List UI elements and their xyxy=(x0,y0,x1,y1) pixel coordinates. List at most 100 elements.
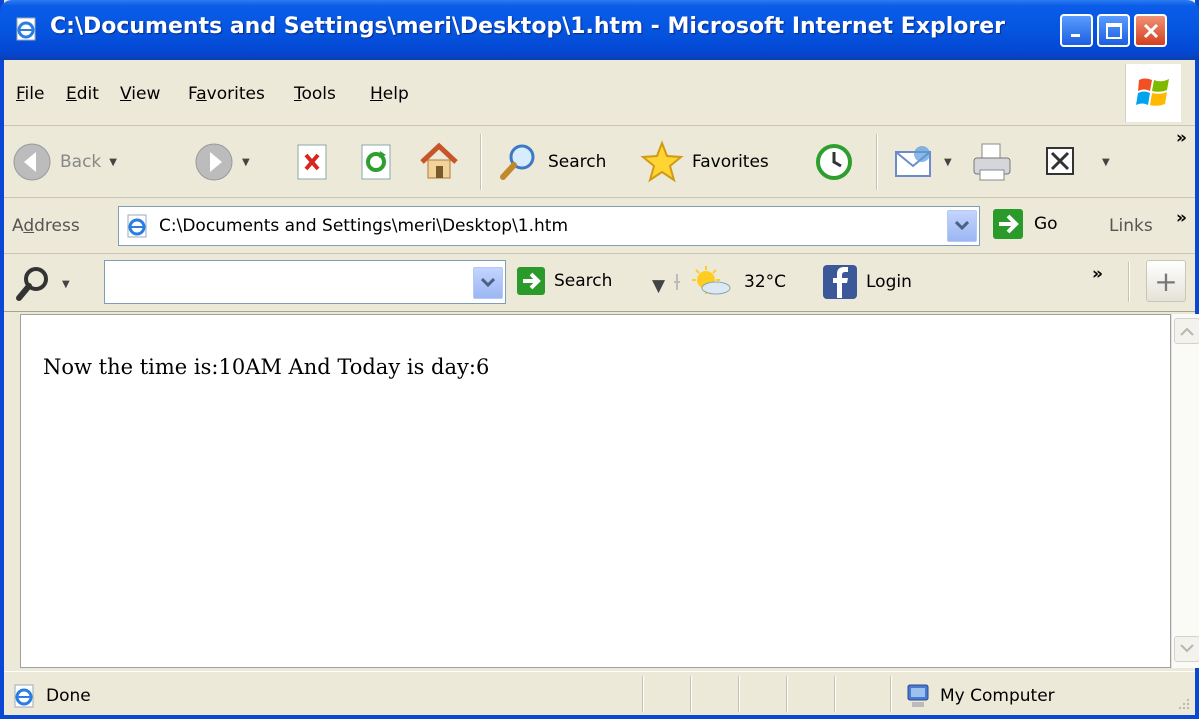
edit-button[interactable]: ▼ xyxy=(1044,136,1110,188)
chevron-down-icon xyxy=(481,278,495,288)
toolbar-separator xyxy=(876,134,878,190)
window-title: C:\Documents and Settings\meri\Desktop\1… xyxy=(50,14,1005,39)
status-pane-divider xyxy=(738,676,740,712)
go-arrow-icon xyxy=(993,209,1023,239)
chevron-up-icon xyxy=(1180,327,1194,336)
facebook-icon xyxy=(823,265,857,299)
forward-arrow-icon xyxy=(195,143,233,181)
search-magnifier-icon xyxy=(16,267,48,301)
history-button[interactable] xyxy=(814,136,854,188)
windows-logo-icon xyxy=(1135,78,1169,106)
minimize-icon xyxy=(1070,33,1080,37)
forward-dropdown-icon[interactable]: ▼ xyxy=(242,157,250,168)
address-bar: Address C:\Documents and Settings\meri\D… xyxy=(4,198,1195,254)
back-label: Back xyxy=(60,152,102,172)
go-label: Go xyxy=(1034,214,1058,234)
stop-button[interactable] xyxy=(296,136,330,188)
refresh-icon xyxy=(361,144,391,180)
toolbar-separator xyxy=(1128,262,1130,302)
weather-icon xyxy=(674,266,731,295)
go-button[interactable]: Go xyxy=(992,208,1058,240)
status-bar: Done My Computer xyxy=(4,671,1195,715)
page-text: Now the time is:10AM And Today is day:6 xyxy=(43,355,490,379)
menu-favorites[interactable]: Favorites xyxy=(188,84,265,104)
menu-tools[interactable]: Tools xyxy=(294,84,336,104)
favorites-button[interactable]: Favorites xyxy=(640,136,769,188)
home-button[interactable] xyxy=(418,136,460,188)
stop-icon xyxy=(297,144,327,180)
plus-icon: + xyxy=(1154,264,1178,298)
mail-dropdown-icon[interactable]: ▼ xyxy=(944,157,952,168)
search-magnifier-icon xyxy=(500,144,535,180)
close-button[interactable] xyxy=(1134,14,1167,47)
back-button[interactable]: Back ▼ xyxy=(12,136,117,188)
facebook-login-button[interactable]: Login xyxy=(822,264,912,300)
toolbar-overflow-chevron[interactable]: » xyxy=(1176,128,1187,148)
links-overflow-chevron[interactable]: » xyxy=(1176,208,1187,228)
status-text: Done xyxy=(46,686,91,706)
status-pane-divider xyxy=(690,676,692,712)
menu-view[interactable]: View xyxy=(120,84,160,104)
weather-button[interactable]: 32°C xyxy=(672,264,786,300)
ie-page-icon xyxy=(16,17,36,41)
weather-temperature: 32°C xyxy=(744,272,787,292)
computer-icon xyxy=(907,684,929,707)
history-icon xyxy=(816,144,852,180)
scroll-up-button[interactable] xyxy=(1174,318,1199,344)
print-icon xyxy=(973,143,1011,181)
menu-help[interactable]: Help xyxy=(370,84,409,104)
forward-button[interactable]: ▼ xyxy=(194,136,250,188)
print-button[interactable] xyxy=(970,136,1014,188)
status-pane-divider xyxy=(786,676,788,712)
status-pane-divider xyxy=(642,676,644,712)
search-options-dropdown-icon[interactable]: ▼ xyxy=(652,276,665,296)
menu-edit[interactable]: Edit xyxy=(66,84,99,104)
vertical-scrollbar[interactable] xyxy=(1171,314,1199,668)
search-go-button[interactable]: Search xyxy=(516,266,612,296)
toolbar-separator xyxy=(480,134,482,190)
search-provider-dropdown-icon: ▼ xyxy=(62,278,70,290)
address-url: C:\Documents and Settings\meri\Desktop\1… xyxy=(159,216,569,236)
address-dropdown-button[interactable] xyxy=(947,210,977,242)
minimize-button[interactable] xyxy=(1060,14,1093,47)
mail-icon xyxy=(895,146,931,177)
title-bar[interactable]: C:\Documents and Settings\meri\Desktop\1… xyxy=(0,0,1199,60)
search-toolbar-overflow-chevron[interactable]: » xyxy=(1092,264,1103,284)
windows-logo xyxy=(1125,64,1181,122)
search-toolbar: ▼ Search ▼ 32°C Login » + xyxy=(4,254,1195,312)
favorites-label: Favorites xyxy=(692,152,769,172)
status-pane-divider xyxy=(834,676,836,712)
status-done: Done xyxy=(12,683,91,709)
add-button[interactable]: + xyxy=(1146,260,1186,302)
standard-toolbar: Back ▼ ▼ Search Favorites ▼ ▼ » xyxy=(4,126,1195,198)
back-dropdown-icon[interactable]: ▼ xyxy=(109,157,117,168)
resize-grip-icon[interactable] xyxy=(1175,695,1191,711)
zone-label: My Computer xyxy=(940,686,1055,706)
ie-page-icon xyxy=(127,214,147,238)
favorites-star-icon xyxy=(640,140,684,183)
page-content[interactable]: Now the time is:10AM And Today is day:6 xyxy=(20,314,1171,668)
close-icon xyxy=(1143,23,1158,38)
status-zone: My Computer xyxy=(906,683,1055,709)
browser-window: C:\Documents and Settings\meri\Desktop\1… xyxy=(0,0,1199,719)
search-button[interactable]: Search xyxy=(498,136,606,188)
address-input[interactable]: C:\Documents and Settings\meri\Desktop\1… xyxy=(118,206,980,246)
search-history-dropdown[interactable] xyxy=(473,267,503,299)
maximize-button[interactable] xyxy=(1097,14,1130,47)
edit-dropdown-icon[interactable]: ▼ xyxy=(1102,157,1110,168)
home-icon xyxy=(420,142,458,179)
refresh-button[interactable] xyxy=(360,136,394,188)
search-input[interactable] xyxy=(104,260,506,304)
scroll-down-button[interactable] xyxy=(1174,636,1199,662)
menu-bar: File Edit View Favorites Tools Help xyxy=(4,60,1195,126)
mail-button[interactable]: ▼ xyxy=(892,136,952,188)
search-provider-button[interactable]: ▼ xyxy=(14,264,70,304)
go-arrow-icon xyxy=(517,267,545,295)
back-arrow-icon xyxy=(13,143,51,181)
login-label: Login xyxy=(866,272,912,292)
maximize-icon xyxy=(1105,22,1122,39)
menu-file[interactable]: File xyxy=(16,84,44,104)
chevron-down-icon xyxy=(955,221,969,231)
links-button[interactable]: Links xyxy=(1109,216,1153,236)
search-go-label: Search xyxy=(554,271,613,291)
